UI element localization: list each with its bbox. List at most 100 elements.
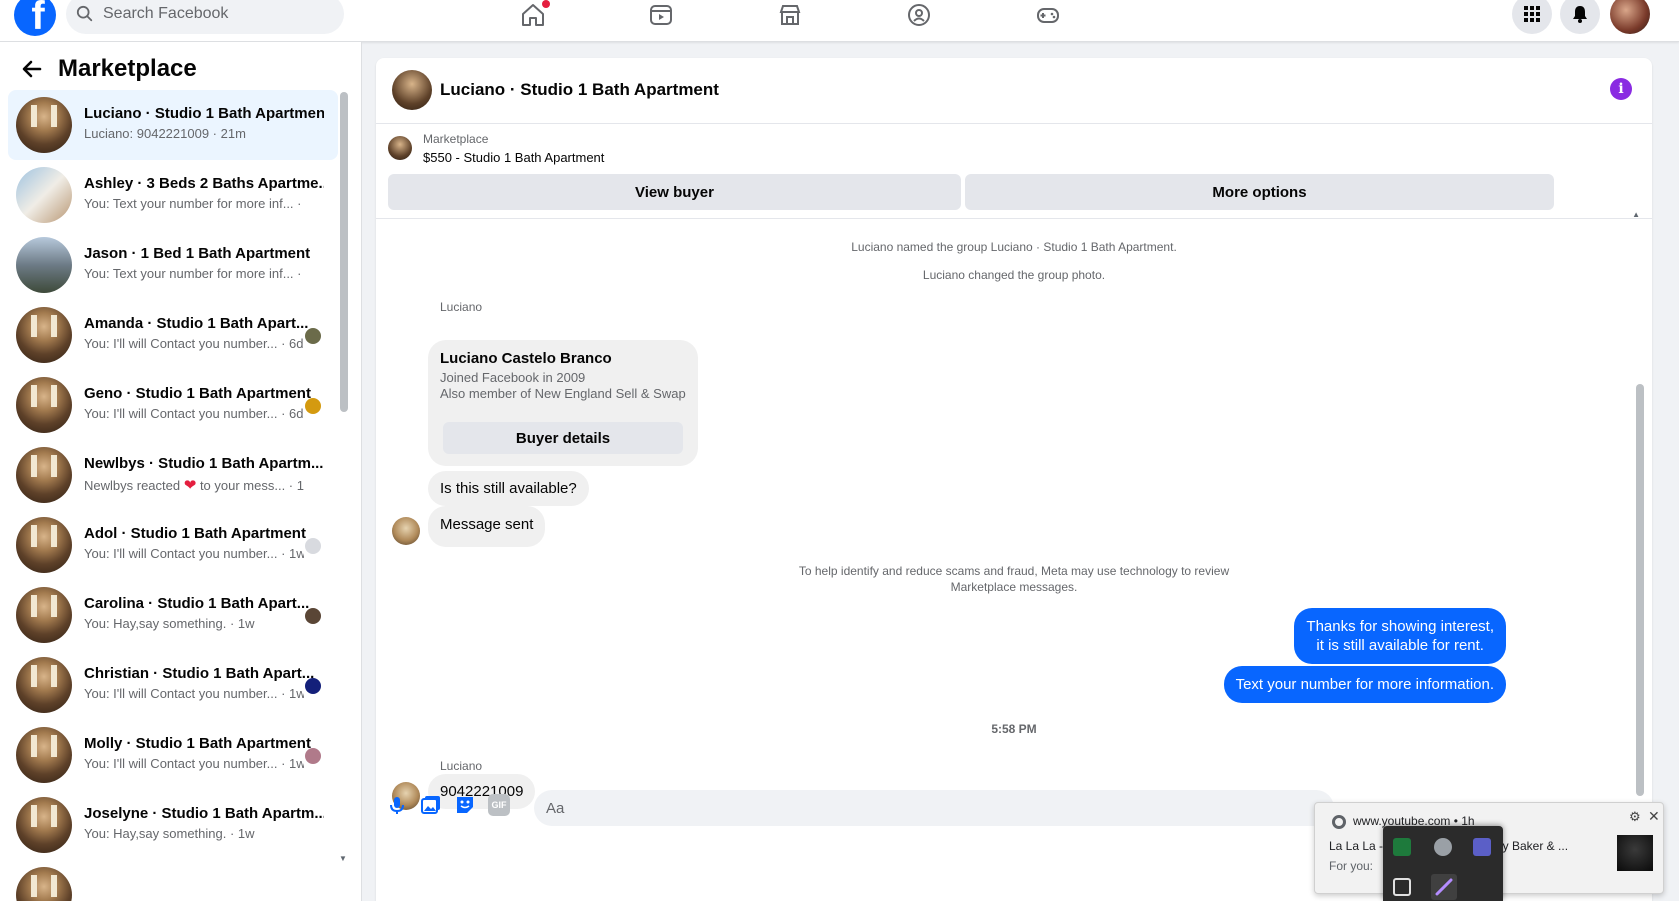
sidebar-title: Marketplace: [58, 55, 197, 82]
top-bar: f Search Facebook: [0, 0, 1679, 42]
conversation-item[interactable]: Luciano · Studio 1 Bath Apartment Lucian…: [8, 90, 338, 160]
sidebar-scrollbar[interactable]: [340, 92, 348, 412]
conversation-avatar: [16, 167, 72, 223]
chrome-icon: [1332, 815, 1346, 829]
bell-icon[interactable]: [1560, 0, 1600, 34]
buyer-profile-card: Luciano Castelo Branco Joined Facebook i…: [428, 340, 698, 466]
conversation-preview: You: I'll will Contact you number... · 6…: [84, 336, 304, 351]
menu-grid-icon[interactable]: [1512, 0, 1552, 34]
buyer-name: Luciano Castelo Branco: [440, 350, 612, 367]
conversation-item[interactable]: Newlbys · Studio 1 Bath Apartm... Newlby…: [8, 440, 338, 510]
message-input[interactable]: Aa: [534, 790, 1334, 826]
sticker-icon[interactable]: [454, 794, 476, 816]
conversation-preview: Luciano: 9042221009 · 21m: [84, 126, 246, 141]
video-icon[interactable]: [648, 2, 674, 28]
photo-icon[interactable]: [420, 794, 442, 816]
conversation-item[interactable]: Ashley · 3 Beds 2 Baths Apartme... You: …: [8, 160, 338, 230]
facebook-logo[interactable]: f: [14, 0, 56, 36]
conversation-name: Ashley · 3 Beds 2 Baths Apartme...: [84, 175, 324, 192]
view-buyer-button[interactable]: View buyer: [388, 174, 961, 210]
notification-dot: [542, 0, 550, 8]
conversation-avatar: [16, 587, 72, 643]
buyer-group: Also member of New England Sell & Swap: [440, 386, 686, 401]
safety-notice: Marketplace messages.: [950, 580, 1078, 594]
incoming-message: Is this still available?: [428, 471, 589, 506]
conversation-avatar: [16, 517, 72, 573]
conversation-preview: You: I'll will Contact you number... · 1…: [84, 546, 304, 561]
system-message: Luciano named the group Luciano · Studio…: [851, 240, 1177, 254]
conversation-name: Jason · 1 Bed 1 Bath Apartment: [84, 245, 311, 262]
shield-icon[interactable]: [1393, 838, 1411, 856]
heart-reaction-icon: ❤: [183, 477, 197, 494]
chat-title[interactable]: Luciano · Studio 1 Bath Apartment: [440, 80, 719, 100]
sender-avatar: [392, 517, 420, 545]
chat-scrollbar[interactable]: [1636, 384, 1644, 796]
home-icon[interactable]: [520, 0, 550, 28]
buyer-details-button[interactable]: Buyer details: [443, 422, 683, 454]
conversation-name: Amanda · Studio 1 Bath Apart...: [84, 315, 309, 332]
conversation-item[interactable]: Adol · Studio 1 Bath Apartment You: I'll…: [8, 510, 338, 580]
system-message: Luciano changed the group photo.: [922, 268, 1106, 282]
chat-panel: Luciano · Studio 1 Bath Apartment i Mark…: [376, 58, 1652, 901]
conversation-item[interactable]: Jason · 1 Bed 1 Bath Apartment You: Text…: [8, 230, 338, 300]
marketplace-icon[interactable]: [777, 2, 803, 28]
timestamp: 5:58 PM: [991, 722, 1037, 736]
device-icon[interactable]: [1393, 878, 1411, 896]
gif-icon[interactable]: GIF: [488, 794, 510, 816]
chat-scroll-up-arrow[interactable]: ▲: [1632, 210, 1640, 219]
conversation-name: Christian · Studio 1 Bath Apart...: [84, 665, 315, 682]
more-options-button[interactable]: More options: [965, 174, 1554, 210]
conversation-preview: You: I'll will Contact you number... · 6…: [84, 406, 304, 421]
conversation-item[interactable]: Molly · Studio 1 Bath Apartment You: I'l…: [8, 720, 338, 790]
conversation-avatar: [16, 727, 72, 783]
gaming-icon[interactable]: [1035, 2, 1061, 28]
notification-body: For you:: [1329, 859, 1374, 873]
search-input[interactable]: Search Facebook: [103, 5, 228, 23]
teams-icon[interactable]: [1473, 838, 1491, 856]
read-receipt-avatar: [305, 608, 321, 624]
info-icon[interactable]: i: [1610, 78, 1632, 100]
sidebar-header: Marketplace: [20, 55, 197, 83]
search-box[interactable]: Search Facebook: [66, 0, 344, 34]
conversation-name: Luciano · Studio 1 Bath Apartment: [84, 105, 324, 122]
conversation-avatar: [16, 377, 72, 433]
preview-text: Newlbys reacted: [84, 478, 181, 493]
conversation-name: Newlbys · Studio 1 Bath Apartm...: [84, 455, 324, 472]
read-receipt-avatar: [305, 398, 321, 414]
conversation-preview: Newlbys reacted ❤ to your mess... · 1w: [84, 476, 304, 494]
scroll-down-arrow[interactable]: ▼: [339, 854, 347, 863]
conversation-item[interactable]: Joselyne · Studio 1 Bath Apartm... You: …: [8, 790, 338, 860]
read-receipt-avatar: [305, 678, 321, 694]
chat-avatar[interactable]: [392, 70, 432, 110]
conversation-name: Molly · Studio 1 Bath Apartment: [84, 735, 311, 752]
preview-text: to your mess... · 1w: [199, 478, 304, 493]
conversation-preview: You: Text your number for more inf... · …: [84, 266, 304, 281]
back-arrow-icon[interactable]: [20, 57, 44, 81]
outgoing-message: Thanks for showing interest, it is still…: [1294, 608, 1506, 664]
conversation-item[interactable]: Amanda · Studio 1 Bath Apart... You: I'l…: [8, 300, 338, 370]
conversation-item[interactable]: [8, 860, 338, 901]
conversation-avatar: [16, 307, 72, 363]
close-icon[interactable]: ✕: [1648, 808, 1660, 825]
notification-title: La La La -: [1329, 839, 1384, 853]
listing-title: $550 - Studio 1 Bath Apartment: [423, 150, 605, 165]
mic-icon[interactable]: [386, 794, 408, 816]
message-line: it is still available for rent.: [1316, 637, 1484, 654]
read-receipt-avatar: [305, 328, 321, 344]
groups-icon[interactable]: [906, 2, 932, 28]
notification-title: ly Baker & ...: [1500, 839, 1569, 853]
conversation-name: Geno · Studio 1 Bath Apartment: [84, 385, 311, 402]
message-sender: Luciano: [440, 300, 483, 314]
conversation-item[interactable]: Geno · Studio 1 Bath Apartment You: I'll…: [8, 370, 338, 440]
pen-icon[interactable]: [1431, 874, 1457, 900]
gear-icon[interactable]: ⚙: [1629, 809, 1641, 825]
message-line: Thanks for showing interest,: [1306, 618, 1494, 635]
chat-header: Luciano · Studio 1 Bath Apartment i: [376, 58, 1652, 124]
outgoing-message: Text your number for more information.: [1223, 666, 1506, 703]
conversation-avatar: [16, 797, 72, 853]
conversation-item[interactable]: Christian · Studio 1 Bath Apart... You: …: [8, 650, 338, 720]
vpn-icon[interactable]: [1434, 838, 1452, 856]
conversation-item[interactable]: Carolina · Studio 1 Bath Apart... You: H…: [8, 580, 338, 650]
conversation-name: Adol · Studio 1 Bath Apartment: [84, 525, 306, 542]
profile-avatar[interactable]: [1610, 0, 1650, 34]
